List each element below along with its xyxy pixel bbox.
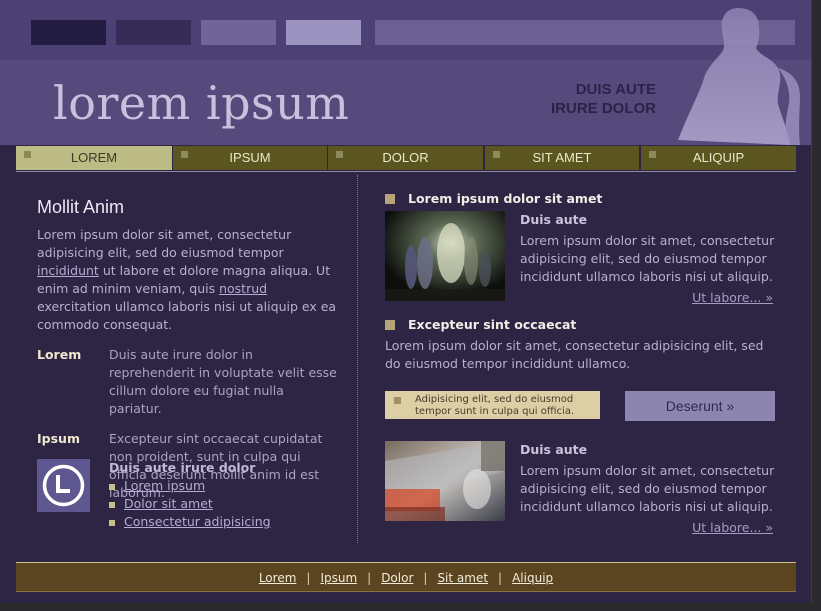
section-heading-text: Excepteur sint occaecat (408, 317, 577, 332)
footer-link-ipsum[interactable]: Ipsum (320, 571, 357, 585)
news-item-title: Duis aute (520, 212, 588, 227)
news-item-text: Lorem ipsum dolor sit amet, consectetur … (520, 233, 775, 284)
nav-item-label: DOLOR (382, 150, 429, 165)
intro-text-3: exercitation ullamco laboris nisi ut ali… (37, 299, 337, 332)
news-item-title: Duis aute (520, 442, 588, 457)
definition-row: Lorem Duis aute irure dolor in reprehend… (37, 346, 337, 418)
nav-item-ipsum[interactable]: IPSUM (173, 146, 327, 170)
definition-text: Duis aute irure dolor in reprehenderit i… (109, 347, 337, 416)
square-bullet-icon (385, 194, 395, 204)
clock-icon (37, 459, 90, 512)
nav-bullet-icon (649, 151, 656, 158)
intro-link-nostrud[interactable]: nostrud (219, 281, 267, 296)
related-link[interactable]: Dolor sit amet (124, 496, 213, 511)
nav-bullet-icon (493, 151, 500, 158)
nav-item-lorem[interactable]: LOREM (16, 146, 172, 170)
footer-link-sit-amet[interactable]: Sit amet (437, 571, 488, 585)
separator: | (306, 571, 311, 585)
related-links-list: Lorem ipsum Dolor sit amet Consectetur a… (109, 477, 271, 531)
woman-silhouette-image (678, 8, 800, 145)
related-link[interactable]: Lorem ipsum (124, 478, 205, 493)
footer-link-dolor[interactable]: Dolor (381, 571, 413, 585)
nav-bullet-icon (181, 151, 188, 158)
intro-paragraph: Lorem ipsum dolor sit amet, consectetur … (37, 226, 337, 334)
color-swatch-3 (201, 20, 276, 45)
nav-item-label: IPSUM (229, 150, 271, 165)
links-block: Duis aute irure dolor Lorem ipsum Dolor … (37, 459, 271, 531)
header: lorem ipsum DUIS AUTE IRURE DOLOR (0, 0, 811, 145)
square-bullet-icon (385, 320, 395, 330)
nav-item-label: LOREM (70, 150, 118, 165)
section-2-text: Lorem ipsum dolor sit amet, consectetur … (385, 338, 764, 371)
deserunt-button[interactable]: Deserunt » (625, 391, 775, 421)
footer-nav: Lorem | Ipsum | Dolor | Sit amet | Aliquip (16, 562, 796, 592)
intro-link-incididunt[interactable]: incididunt (37, 263, 99, 278)
tagline-line-1: DUIS AUTE (575, 81, 656, 98)
related-links-heading: Duis aute irure dolor (109, 460, 256, 475)
subway-motion-photo[interactable] (385, 441, 505, 531)
page: lorem ipsum DUIS AUTE IRURE DOLOR LOREM … (0, 0, 812, 603)
list-item: Lorem ipsum (109, 477, 271, 495)
header-tagline: DUIS AUTE IRURE DOLOR (551, 80, 656, 118)
separator: | (367, 571, 372, 585)
square-bullet-icon (394, 397, 401, 404)
news-item-1: Duis aute Lorem ipsum dolor sit amet, co… (520, 211, 775, 286)
night-crowd-photo[interactable] (385, 211, 505, 301)
footer-link-aliquip[interactable]: Aliquip (512, 571, 553, 585)
note-text: Adipisicing elit, sed do eiusmod tempor … (415, 394, 575, 417)
list-item: Dolor sit amet (109, 495, 271, 513)
intro-text-1: Lorem ipsum dolor sit amet, consectetur … (37, 227, 292, 260)
nav-item-aliquip[interactable]: ALIQUIP (641, 146, 796, 170)
list-item: Consectetur adipisicing (109, 513, 271, 531)
nav-item-label: ALIQUIP (692, 150, 745, 165)
separator: | (498, 571, 503, 585)
news-item-2: Duis aute Lorem ipsum dolor sit amet, co… (520, 441, 775, 516)
definition-term: Lorem (37, 347, 82, 362)
site-logo[interactable]: lorem ipsum (53, 75, 349, 131)
nav-bullet-icon (336, 151, 343, 158)
nav-item-label: SIT AMET (532, 150, 592, 165)
nav-item-dolor[interactable]: DOLOR (328, 146, 483, 170)
nav-bullet-icon (24, 151, 31, 158)
tagline-line-2: IRURE DOLOR (551, 100, 656, 117)
related-link[interactable]: Consectetur adipisicing (124, 514, 271, 529)
section-heading-1: Lorem ipsum dolor sit amet (385, 190, 602, 208)
color-swatch-1 (31, 20, 106, 45)
note-box: Adipisicing elit, sed do eiusmod tempor … (385, 391, 600, 419)
related-links: Duis aute irure dolor Lorem ipsum Dolor … (109, 459, 271, 531)
section-heading-text: Lorem ipsum dolor sit amet (408, 191, 603, 206)
read-more-link-1[interactable]: Ut labore... » (692, 290, 773, 305)
color-swatch-2 (116, 20, 191, 45)
main-nav: LOREM IPSUM DOLOR SIT AMET ALIQUIP (16, 146, 796, 170)
read-more-link-2[interactable]: Ut labore... » (692, 520, 773, 535)
footer-link-lorem[interactable]: Lorem (259, 571, 297, 585)
separator: | (423, 571, 428, 585)
nav-item-sit-amet[interactable]: SIT AMET (485, 146, 639, 170)
section-heading-2: Excepteur sint occaecat (385, 316, 576, 334)
column-divider (357, 175, 358, 543)
news-item-text: Lorem ipsum dolor sit amet, consectetur … (520, 463, 775, 514)
section-title: Mollit Anim (37, 197, 125, 217)
color-swatch-4 (286, 20, 361, 45)
nav-underline (16, 171, 796, 172)
